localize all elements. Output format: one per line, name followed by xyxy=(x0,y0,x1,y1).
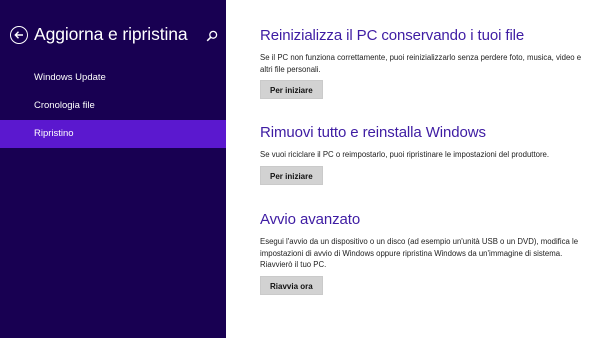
refresh-start-button[interactable]: Per iniziare xyxy=(260,80,323,99)
section-advanced-startup: Avvio avanzato Esegui l'avvio da un disp… xyxy=(260,211,600,295)
section-title: Reinizializza il PC conservando i tuoi f… xyxy=(260,27,525,44)
sidebar-item-ripristino[interactable]: Ripristino xyxy=(0,120,226,148)
sidebar-item-cronologia-file[interactable]: Cronologia file xyxy=(0,92,226,120)
section-title: Rimuovi tutto e reinstalla Windows xyxy=(260,124,486,141)
back-arrow-icon xyxy=(14,31,23,39)
back-button[interactable] xyxy=(10,26,28,44)
page-title: Aggiorna e ripristina xyxy=(34,24,188,44)
reset-start-button[interactable]: Per iniziare xyxy=(260,165,323,185)
main-content: Reinizializza il PC conservando i tuoi f… xyxy=(226,0,610,338)
sidebar: Aggiorna e ripristina Windows Update Cro… xyxy=(0,0,226,338)
section-reset-pc: Rimuovi tutto e reinstalla Windows Se vu… xyxy=(260,124,600,185)
section-title: Avvio avanzato xyxy=(260,211,361,228)
restart-now-button[interactable]: Riavvia ora xyxy=(260,275,323,295)
section-description: Se il PC non funziona correttamente, puo… xyxy=(260,53,582,74)
section-description: Esegui l'avvio da un dispositivo o un di… xyxy=(260,237,579,269)
section-refresh-pc: Reinizializza il PC conservando i tuoi f… xyxy=(260,27,600,99)
section-description: Se vuoi riciclare il PC o reimpostarlo, … xyxy=(260,150,550,159)
sidebar-header: Aggiorna e ripristina xyxy=(10,24,220,50)
sidebar-nav: Windows Update Cronologia file Ripristin… xyxy=(0,64,226,148)
search-icon[interactable] xyxy=(206,30,218,42)
sidebar-item-windows-update[interactable]: Windows Update xyxy=(0,64,226,92)
